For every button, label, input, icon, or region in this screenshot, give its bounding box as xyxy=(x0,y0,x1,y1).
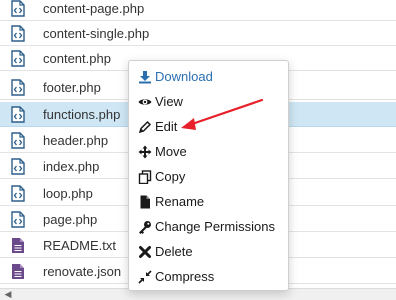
context-menu: Download View Edit Move Copy Rename Chan… xyxy=(128,60,289,291)
file-name[interactable]: index.php xyxy=(43,154,99,179)
code-file-icon xyxy=(11,211,25,228)
key-icon xyxy=(138,220,152,234)
menu-item-view[interactable]: View xyxy=(129,89,288,114)
file-name[interactable]: footer.php xyxy=(43,75,101,100)
code-file-icon xyxy=(11,50,25,67)
menu-item-compress[interactable]: Compress xyxy=(129,264,288,289)
x-icon xyxy=(138,245,152,259)
menu-item-delete[interactable]: Delete xyxy=(129,239,288,264)
download-icon xyxy=(138,70,152,84)
menu-item-copy[interactable]: Copy xyxy=(129,164,288,189)
pencil-icon xyxy=(138,120,152,134)
file-name[interactable]: loop.php xyxy=(43,181,93,206)
eye-icon xyxy=(138,95,152,109)
menu-item-label: Change Permissions xyxy=(155,219,275,234)
menu-item-label: Delete xyxy=(155,244,193,259)
file-name[interactable]: page.php xyxy=(43,207,97,232)
file-icon xyxy=(138,195,152,209)
code-file-icon xyxy=(11,106,25,123)
file-name[interactable]: README.txt xyxy=(43,233,116,258)
text-file-icon xyxy=(11,237,25,254)
menu-item-label: Compress xyxy=(155,269,215,284)
file-name[interactable]: header.php xyxy=(43,128,108,153)
move-arrows-icon xyxy=(138,145,152,159)
text-file-icon xyxy=(11,263,25,280)
file-name[interactable]: functions.php xyxy=(43,102,120,127)
menu-item-label: Rename xyxy=(155,194,205,209)
menu-item-change-permissions[interactable]: Change Permissions xyxy=(129,214,288,239)
menu-item-label: View xyxy=(155,94,183,109)
code-file-icon xyxy=(11,0,25,17)
menu-item-move[interactable]: Move xyxy=(129,139,288,164)
compress-icon xyxy=(138,270,152,284)
menu-item-label: Download xyxy=(155,69,213,84)
file-name[interactable]: renovate.json xyxy=(43,259,121,284)
file-row-content-single[interactable]: content-single.php xyxy=(0,21,396,46)
copy-icon xyxy=(138,170,152,184)
code-file-icon xyxy=(11,158,25,175)
file-name[interactable]: content.php xyxy=(43,46,111,71)
menu-item-label: Move xyxy=(155,144,187,159)
code-file-icon xyxy=(11,185,25,202)
file-row-content-page[interactable]: content-page.php xyxy=(0,0,396,21)
code-file-icon xyxy=(11,132,25,149)
menu-item-label: Edit xyxy=(155,119,178,134)
menu-item-label: Copy xyxy=(155,169,186,184)
file-name[interactable]: content-page.php xyxy=(43,0,144,21)
code-file-icon xyxy=(11,79,25,96)
scroll-left-icon[interactable]: ◀ xyxy=(3,289,13,300)
menu-item-edit[interactable]: Edit xyxy=(129,114,288,139)
file-name[interactable]: content-single.php xyxy=(43,21,149,46)
menu-item-download[interactable]: Download xyxy=(129,64,288,89)
menu-item-rename[interactable]: Rename xyxy=(129,189,288,214)
code-file-icon xyxy=(11,25,25,42)
